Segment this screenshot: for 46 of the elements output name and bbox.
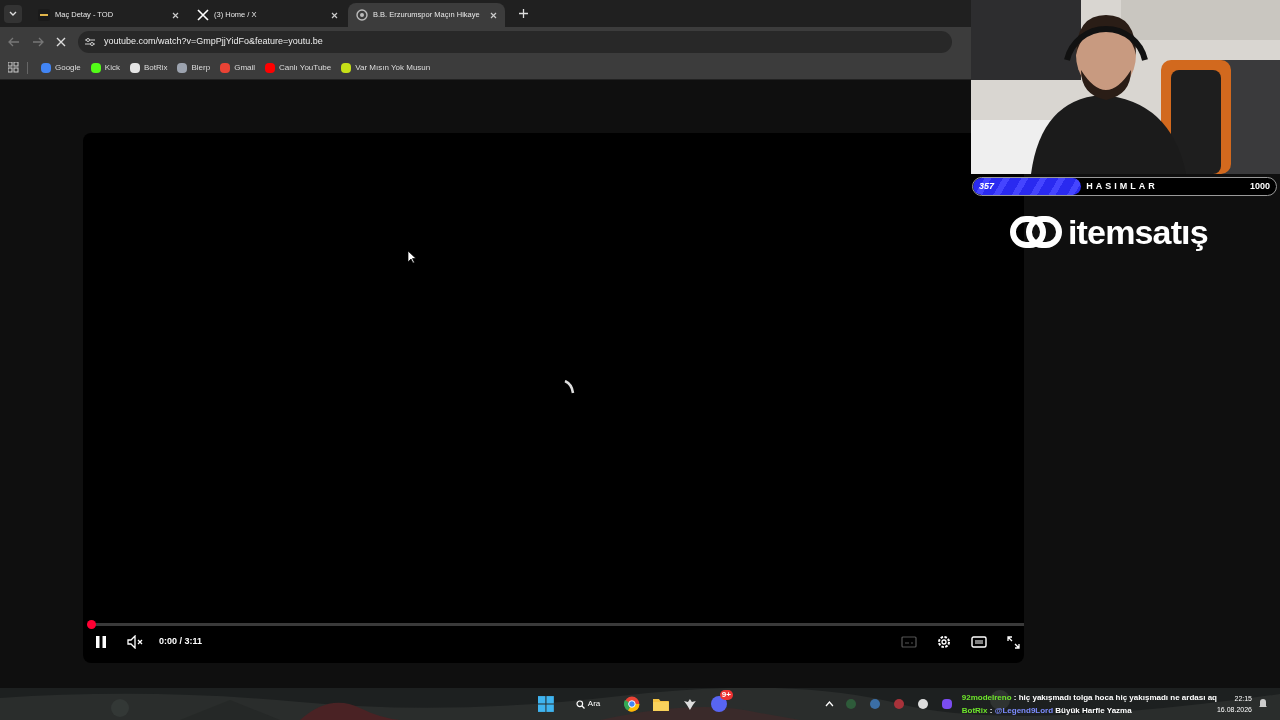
notification-badge: 9+: [719, 690, 733, 700]
forward-icon[interactable]: [32, 36, 44, 47]
time-display: 0:00 / 3:11: [159, 635, 203, 649]
sponsor-logo-text: itemsatış: [1068, 215, 1208, 249]
theater-mode-icon[interactable]: [971, 636, 987, 648]
tab-logo-icon: [38, 9, 50, 21]
stop-icon[interactable]: [56, 36, 66, 47]
goal-target: 1000: [1249, 179, 1270, 193]
bookmark[interactable]: Kick: [85, 61, 125, 74]
bookmark[interactable]: BotRix: [124, 61, 173, 74]
settings-icon[interactable]: [937, 635, 951, 649]
x-logo-icon: [197, 9, 209, 21]
apps-grid-icon[interactable]: [8, 62, 19, 73]
globe-icon: [356, 9, 368, 21]
bookmark[interactable]: Gmail: [215, 61, 261, 74]
muted-speaker-icon[interactable]: [127, 635, 143, 649]
bookmark[interactable]: Var Mısın Yok Musun: [336, 61, 436, 74]
bookmark[interactable]: Blerp: [172, 61, 216, 74]
tab-list-button[interactable]: [4, 4, 22, 23]
pause-icon[interactable]: [95, 635, 107, 649]
address-field[interactable]: youtube.com/watch?v=GmpPjjYidFo&feature=youtu.be: [78, 30, 952, 53]
mouse-cursor-icon: [407, 250, 416, 264]
new-tab-icon[interactable]: [519, 9, 528, 18]
taskbar-search[interactable]: Ara: [575, 698, 601, 710]
chain-link-icon: [1010, 214, 1062, 250]
bookmark[interactable]: Canlı YouTube: [260, 61, 337, 74]
fullscreen-icon[interactable]: [1007, 635, 1020, 649]
tray-icon[interactable]: [917, 699, 928, 709]
chevron-up-icon[interactable]: [824, 701, 834, 707]
browser-taskbar-icon[interactable]: [624, 696, 641, 712]
close-icon[interactable]: [331, 11, 338, 19]
start-icon[interactable]: [538, 696, 554, 712]
chat-message: BotRix : @Legend9Lord Büyük Harfle Yazma: [961, 705, 1133, 717]
goal-title: HASIMLAR: [1085, 179, 1159, 193]
bookmark[interactable]: Google: [36, 61, 86, 74]
scrubber-handle[interactable]: [87, 620, 96, 629]
chat-message: 92modelreno : hiç yakışmadı tolga hoca hiç yakışmadı ne ardası aq: [961, 692, 1217, 704]
site-settings-icon[interactable]: [84, 36, 96, 47]
back-icon[interactable]: [8, 36, 20, 47]
chevron-down-icon: [9, 10, 17, 17]
goal-current: 357: [979, 179, 995, 193]
search-icon: [575, 699, 585, 709]
close-icon[interactable]: [172, 11, 179, 19]
close-icon[interactable]: [490, 11, 497, 19]
notification-icon[interactable]: [1258, 698, 1268, 709]
bird-app-icon[interactable]: [683, 697, 697, 711]
